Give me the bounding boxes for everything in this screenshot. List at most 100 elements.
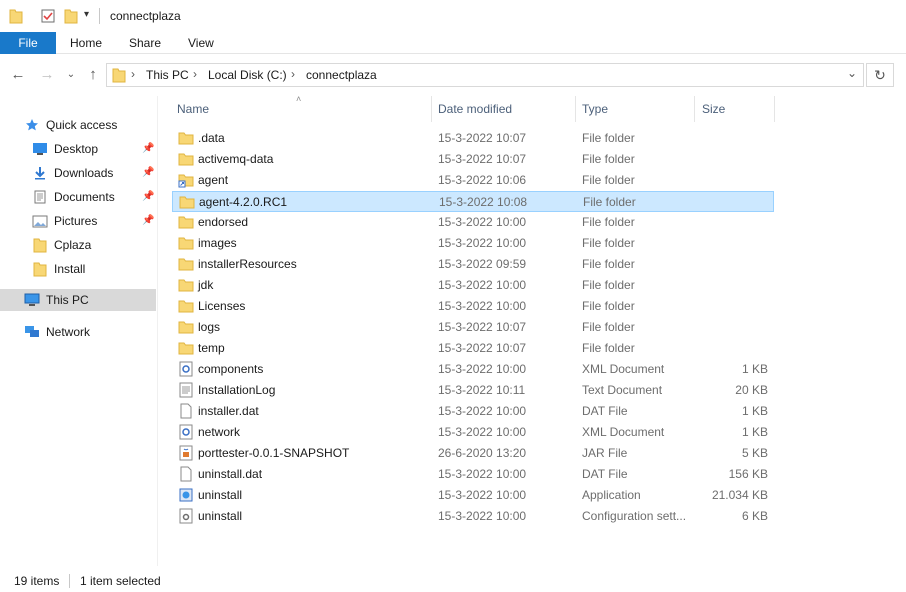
refresh-icon[interactable]: ↻: [866, 63, 894, 87]
sidebar-item-label: Quick access: [46, 118, 118, 132]
file-row[interactable]: agent 15-3-2022 10:06 File folder: [172, 170, 774, 191]
address-bar[interactable]: › This PC › Local Disk (C:) › connectpla…: [106, 63, 864, 87]
file-date: 15-3-2022 10:00: [438, 278, 527, 292]
breadcrumb-chevron-icon[interactable]: ›: [291, 67, 295, 81]
breadcrumb-local-disk[interactable]: Local Disk (C:): [208, 68, 287, 82]
file-name: temp: [198, 341, 225, 355]
file-row[interactable]: components 15-3-2022 10:00 XML Document 1 K…: [172, 359, 774, 380]
file-row[interactable]: Licenses 15-3-2022 10:00 File folder: [172, 296, 774, 317]
file-row[interactable]: installerResources 15-3-2022 09:59 File fo…: [172, 254, 774, 275]
file-date: 15-3-2022 10:00: [438, 488, 527, 502]
desktop-icon: [32, 141, 48, 157]
file-row[interactable]: uninstall.dat 15-3-2022 10:00 DAT File 156 …: [172, 464, 774, 485]
file-date: 15-3-2022 10:08: [439, 195, 528, 209]
file-date: 15-3-2022 09:59: [438, 257, 527, 271]
file-row[interactable]: endorsed 15-3-2022 10:00 File folder: [172, 212, 774, 233]
file-date: 15-3-2022 10:00: [438, 215, 527, 229]
file-size: 156 KB: [728, 467, 768, 481]
address-dropdown-icon[interactable]: ⌄: [847, 66, 857, 80]
sidebar-item-downloads[interactable]: Downloads 📌: [0, 162, 156, 184]
sidebar-item-this-pc[interactable]: This PC: [0, 289, 156, 311]
file-name: agent: [198, 173, 229, 187]
file-size: 1 KB: [741, 404, 768, 418]
column-header-name[interactable]: Name: [177, 96, 209, 122]
sidebar-item-label: Network: [46, 325, 91, 339]
pin-icon[interactable]: 📌: [142, 215, 154, 226]
file-row[interactable]: temp 15-3-2022 10:07 File folder: [172, 338, 774, 359]
properties-icon[interactable]: [41, 8, 55, 24]
folder-icon: [178, 340, 194, 356]
file-row[interactable]: agent-4.2.0.RC1 15-3-2022 10:08 File folde…: [172, 191, 774, 212]
breadcrumb-this-pc[interactable]: This PC: [146, 68, 189, 82]
folder-icon: [178, 130, 194, 146]
file-row[interactable]: images 15-3-2022 10:00 File folder: [172, 233, 774, 254]
file-date: 15-3-2022 10:07: [438, 320, 527, 334]
file-row[interactable]: .data 15-3-2022 10:07 File folder: [172, 128, 774, 149]
file-date: 15-3-2022 10:00: [438, 509, 527, 523]
tab-file[interactable]: File: [0, 32, 56, 54]
file-size: 21.034 KB: [711, 488, 768, 502]
tab-view[interactable]: View: [188, 32, 214, 54]
sidebar-item-cplaza[interactable]: Cplaza: [0, 234, 156, 256]
column-divider[interactable]: [694, 96, 695, 122]
file-type: JAR File: [582, 446, 628, 460]
column-divider[interactable]: [431, 96, 432, 122]
breadcrumb-chevron-icon[interactable]: ›: [193, 67, 197, 81]
file-name: installer.dat: [198, 404, 259, 418]
tab-share[interactable]: Share: [129, 32, 161, 54]
download-icon: [32, 165, 48, 181]
file-row[interactable]: activemq-data 15-3-2022 10:07 File folder: [172, 149, 774, 170]
file-type: Configuration sett...: [582, 509, 687, 523]
forward-arrow-icon[interactable]: →: [38, 65, 56, 83]
sidebar-item-pictures[interactable]: Pictures 📌: [0, 210, 156, 232]
sidebar-item-quick-access[interactable]: Quick access: [0, 114, 156, 136]
file-row[interactable]: jdk 15-3-2022 10:00 File folder: [172, 275, 774, 296]
new-folder-icon[interactable]: [64, 8, 78, 24]
up-arrow-icon[interactable]: ↑: [84, 65, 102, 83]
file-size: 1 KB: [741, 425, 768, 439]
file-type: File folder: [582, 236, 635, 250]
application-icon: [178, 487, 194, 503]
sidebar-item-desktop[interactable]: Desktop 📌: [0, 138, 156, 160]
file-row[interactable]: installer.dat 15-3-2022 10:00 DAT File 1 KB: [172, 401, 774, 422]
sidebar-item-documents[interactable]: Documents 📌: [0, 186, 156, 208]
column-header-size[interactable]: Size: [702, 96, 725, 122]
ribbon-tabs: File Home Share View: [0, 32, 906, 54]
file-row[interactable]: logs 15-3-2022 10:07 File folder: [172, 317, 774, 338]
file-date: 15-3-2022 10:00: [438, 236, 527, 250]
file-name: agent-4.2.0.RC1: [199, 195, 288, 209]
folder-icon: [112, 68, 126, 83]
file-row[interactable]: InstallationLog 15-3-2022 10:11 Text Docum…: [172, 380, 774, 401]
sidebar-item-label: Desktop: [54, 142, 99, 156]
file-name: Licenses: [198, 299, 246, 313]
breadcrumb-chevron-icon[interactable]: ›: [131, 67, 135, 81]
folder-icon: [32, 261, 48, 277]
file-row[interactable]: porttester-0.0.1-SNAPSHOT 26-6-2020 13:20…: [172, 443, 774, 464]
sidebar-item-network[interactable]: Network: [0, 321, 156, 343]
customize-dropdown-icon[interactable]: ▾: [84, 9, 89, 20]
file-row[interactable]: network 15-3-2022 10:00 XML Document 1 KB: [172, 422, 774, 443]
pin-icon[interactable]: 📌: [142, 191, 154, 202]
title-separator: [99, 8, 100, 24]
pin-icon[interactable]: 📌: [142, 143, 154, 154]
sidebar-item-label: Install: [54, 262, 86, 276]
pin-icon[interactable]: 📌: [142, 167, 154, 178]
breadcrumb-connectplaza[interactable]: connectplaza: [306, 68, 377, 82]
folder-icon: [179, 194, 195, 210]
column-header-type[interactable]: Type: [582, 96, 608, 122]
column-header-date-modified[interactable]: Date modified: [438, 96, 512, 122]
file-date: 15-3-2022 10:00: [438, 299, 527, 313]
column-divider[interactable]: [774, 96, 775, 122]
file-list: ˄ Name Date modified Type Size .data 15-3…: [172, 94, 906, 566]
file-row[interactable]: uninstall 15-3-2022 10:00 Application 21.03…: [172, 485, 774, 506]
file-row[interactable]: uninstall 15-3-2022 10:00 Configuration se…: [172, 506, 774, 527]
selection-count: 1 item selected: [80, 574, 161, 588]
column-divider[interactable]: [575, 96, 576, 122]
recent-locations-chevron-icon[interactable]: ⌄: [62, 65, 80, 83]
computer-icon: [24, 292, 40, 308]
sidebar-item-install[interactable]: Install: [0, 258, 156, 280]
file-name: activemq-data: [198, 152, 274, 166]
file-type: File folder: [582, 173, 635, 187]
tab-home[interactable]: Home: [70, 32, 102, 54]
back-arrow-icon[interactable]: ←: [9, 65, 27, 83]
